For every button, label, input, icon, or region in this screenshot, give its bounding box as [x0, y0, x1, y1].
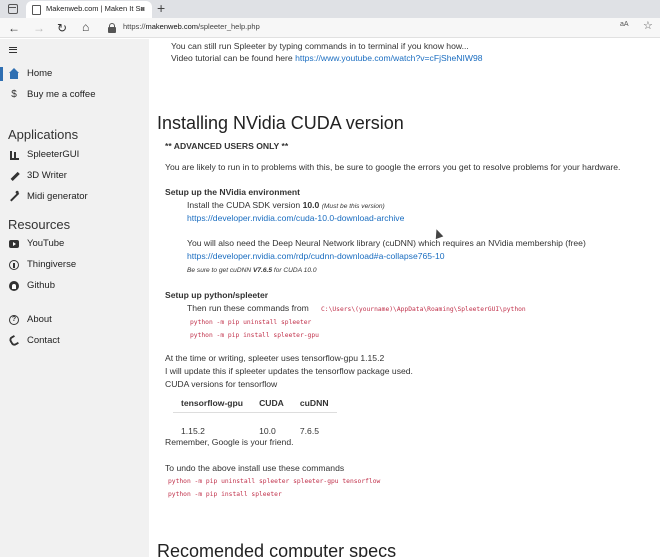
sidebar-item-buy-me-a-coffee[interactable]: $ Buy me a coffee	[0, 85, 149, 105]
cuda-sdk-link[interactable]: https://developer.nvidia.com/cuda-10.0-d…	[187, 213, 404, 224]
sidebar-item-label: Contact	[27, 335, 60, 346]
table-cell: 10.0	[259, 426, 276, 436]
command-uninstall: python -m pip uninstall spleeter	[190, 319, 312, 326]
new-tab-button[interactable]: +	[157, 0, 165, 17]
cuda-heading: Installing NVidia CUDA version	[157, 113, 404, 133]
url-text[interactable]: https://makenweb.com/spleeter_help.php	[123, 22, 260, 31]
main-content: You can still run Spleeter by typing com…	[149, 39, 660, 557]
sidebar-item-contact[interactable]: Contact	[0, 331, 149, 351]
command-install-gpu: python -m pip install spleeter-gpu	[190, 332, 319, 339]
table-header: CUDA	[251, 395, 292, 413]
video-tutorial-link[interactable]: https://www.youtube.com/watch?v=cFjSheNI…	[295, 53, 482, 63]
env-heading: Setup up the NVidia environment	[165, 187, 300, 197]
window-menu-icon[interactable]	[8, 4, 18, 14]
table-row: 1.15.2 10.0 7.6.5	[173, 412, 337, 438]
reader-view-icon[interactable]: aA	[620, 21, 629, 28]
specs-heading: Recomended computer specs	[157, 541, 397, 557]
magic-wand-icon	[8, 191, 20, 203]
sidebar-item-spleetergui[interactable]: SpleeterGUI	[0, 145, 149, 165]
sidebar: Home $ Buy me a coffee Applications Sple…	[0, 39, 149, 557]
python-path: C:\Users\(yourname)\AppData\Roaming\Sple…	[321, 306, 526, 313]
browser-tab[interactable]: Makenweb.com | Maken It So ×	[26, 1, 152, 18]
forward-arrow-icon[interactable]: →	[33, 21, 45, 35]
undo-command-uninstall: python -m pip uninstall spleeter spleete…	[168, 478, 381, 485]
python-heading: Setup up python/spleeter	[165, 290, 269, 300]
sdk-line: Install the CUDA SDK version 10.0 (Must …	[187, 200, 385, 210]
home-button-icon[interactable]: ⌂	[82, 20, 89, 34]
sidebar-item-midi-generator[interactable]: Midi generator	[0, 187, 149, 207]
sidebar-item-youtube[interactable]: YouTube	[0, 234, 149, 254]
youtube-icon	[8, 238, 20, 250]
sidebar-item-about[interactable]: ? About	[0, 310, 149, 330]
tab-close-icon[interactable]: ×	[140, 3, 145, 15]
reload-icon[interactable]: ↻	[57, 21, 67, 35]
home-icon	[8, 68, 20, 80]
table-header-row: tensorflow-gpu CUDA cuDNN	[173, 395, 337, 413]
tensorflow-update-text: I will update this if spleeter updates t…	[165, 366, 413, 376]
sidebar-item-3d-writer[interactable]: 3D Writer	[0, 166, 149, 186]
sidebar-item-thingiverse[interactable]: Thingiverse	[0, 255, 149, 275]
sidebar-item-label: YouTube	[27, 238, 65, 249]
remember-text: Remember, Google is your friend.	[165, 437, 294, 447]
phone-icon	[7, 334, 20, 348]
sidebar-item-label: Midi generator	[27, 191, 88, 202]
pencil-icon	[8, 170, 20, 182]
cudnn-link[interactable]: https://developer.nvidia.com/rdp/cudnn-d…	[187, 251, 445, 262]
cuda-versions-table: tensorflow-gpu CUDA cuDNN 1.15.2 10.0 7.…	[173, 395, 337, 438]
sidebar-item-label: About	[27, 314, 52, 325]
undo-command-install: python -m pip install spleeter	[168, 491, 282, 498]
url-field[interactable]: https://makenweb.com/spleeter_help.php	[100, 20, 605, 36]
dollar-icon: $	[11, 89, 17, 100]
sidebar-item-label: Buy me a coffee	[27, 89, 96, 100]
github-icon	[8, 280, 20, 292]
table-header: tensorflow-gpu	[173, 395, 252, 413]
bar-chart-icon	[8, 149, 20, 161]
back-arrow-icon[interactable]: ←	[8, 21, 20, 35]
tensorflow-version-text: At the time or writing, spleeter uses te…	[165, 353, 385, 363]
intro-text: You can still run Spleeter by typing com…	[171, 41, 469, 51]
question-icon: ?	[8, 314, 20, 326]
sidebar-item-label: Github	[27, 280, 55, 291]
resources-heading: Resources	[8, 217, 71, 232]
star-plus-icon[interactable]: ☆	[643, 20, 653, 33]
cudnn-text: You will also need the Deep Neural Netwo…	[187, 238, 586, 248]
cudnn-note: Be sure to get cuDNN V7.6.5 for CUDA 10.…	[187, 267, 317, 274]
table-cell: 7.6.5	[299, 426, 320, 436]
hamburger-menu-icon[interactable]	[9, 47, 17, 53]
run-commands-text: Then run these commands from	[187, 303, 309, 313]
sidebar-item-label: SpleeterGUI	[27, 149, 80, 160]
tab-title: Makenweb.com | Maken It So	[46, 4, 145, 13]
address-bar: ← → ↻ ⌂ https://makenweb.com/spleeter_he…	[0, 18, 660, 38]
sidebar-item-home[interactable]: Home	[0, 64, 149, 84]
page-favicon-icon	[32, 5, 41, 15]
sidebar-item-label: Thingiverse	[27, 259, 77, 270]
thingiverse-icon	[8, 259, 20, 271]
sidebar-item-github[interactable]: Github	[0, 276, 149, 296]
sidebar-item-label: 3D Writer	[27, 170, 67, 181]
warning-text: You are likely to run in to problems wit…	[165, 162, 621, 172]
lock-icon[interactable]	[108, 23, 116, 33]
applications-heading: Applications	[8, 127, 79, 142]
cuda-versions-label: CUDA versions for tensorflow	[165, 379, 278, 389]
table-header: cuDNN	[291, 395, 337, 413]
video-tutorial-line: Video tutorial can be found here https:/…	[171, 53, 483, 63]
advanced-note: ** ADVANCED USERS ONLY **	[165, 141, 289, 151]
browser-tab-bar: Makenweb.com | Maken It So × +	[0, 0, 660, 18]
undo-text: To undo the above install use these comm…	[165, 463, 345, 473]
sidebar-item-label: Home	[27, 68, 53, 79]
table-cell: 1.15.2	[181, 426, 205, 436]
